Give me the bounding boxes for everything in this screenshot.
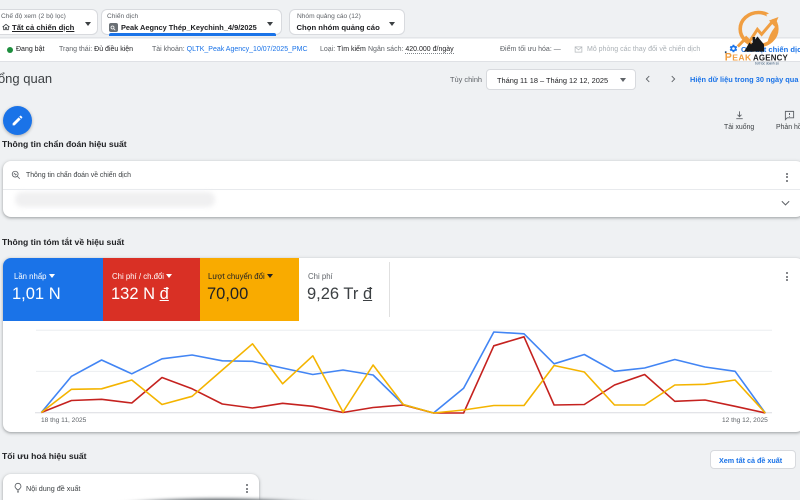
svg-text:PEAK: PEAK — [725, 52, 752, 64]
svg-text:bứt tốc doanh số: bứt tốc doanh số — [755, 62, 779, 66]
